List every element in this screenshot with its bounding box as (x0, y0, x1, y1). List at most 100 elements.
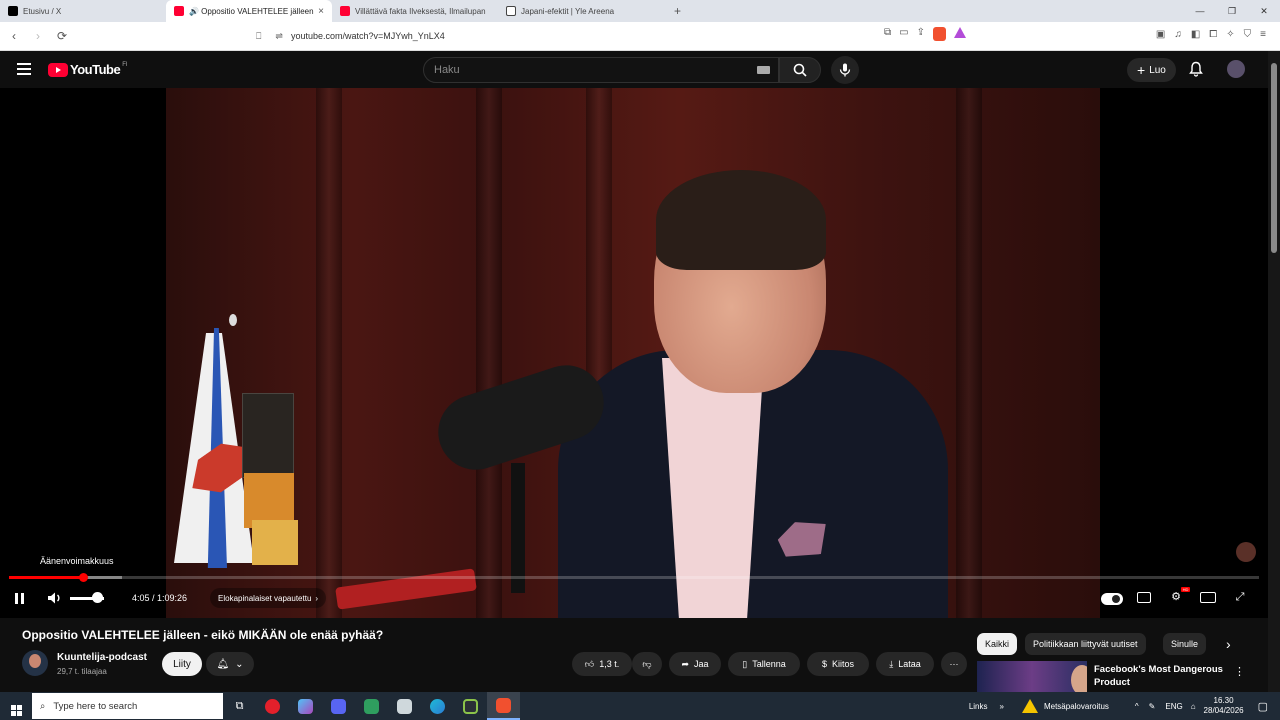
chapter-button[interactable]: Elokapinalaiset vapautettu › (210, 588, 327, 608)
url-text[interactable]: youtube.com/watch?v=MJYwh_YnLX4 (291, 31, 445, 41)
media-icon[interactable]: ♫ (1174, 29, 1182, 40)
chip-politics-news[interactable]: Politiikkaan liittyvät uutiset (1025, 633, 1146, 655)
thanks-button[interactable]: $ Kiitos (807, 652, 869, 676)
thanks-label: Kiitos (832, 659, 855, 669)
channel-watermark[interactable] (1236, 542, 1256, 562)
clock-date: 28/04/2026 (1203, 706, 1244, 715)
edge-icon[interactable] (421, 692, 454, 720)
notifications-button[interactable] (1189, 61, 1203, 82)
save-button[interactable]: ▯ Tallenna (728, 652, 800, 676)
youtube-logo[interactable]: YouTube FI (48, 62, 128, 77)
tabs-icon[interactable]: ⧠ (1209, 29, 1217, 40)
leo-ai-icon[interactable]: ✧ (1226, 29, 1234, 40)
shield-app-icon[interactable] (388, 692, 421, 720)
download-button[interactable]: ⤓ Lataa (876, 652, 934, 676)
share-button[interactable]: ➦ Jaa (669, 652, 721, 676)
media-player-icon[interactable] (454, 692, 487, 720)
tray-overflow-icon[interactable]: ^ (1135, 702, 1139, 711)
fullscreen-icon[interactable]: ⤢ (1232, 590, 1248, 604)
language-indicator[interactable]: ENG (1165, 702, 1182, 711)
links-expand-icon[interactable]: » (1000, 702, 1004, 711)
video-player[interactable]: Äänenvoimakkuus 4:05 / 1:09:26 Elokapina… (0, 88, 1268, 618)
brave-taskbar-icon[interactable] (487, 692, 520, 720)
time-display: 4:05 / 1:09:26 (132, 593, 188, 603)
search-button[interactable] (779, 57, 821, 83)
recommended-title[interactable]: Facebook's Most Dangerous Product (1094, 663, 1224, 689)
pause-button[interactable] (15, 588, 27, 608)
theater-mode-icon[interactable] (1200, 592, 1216, 603)
brave-shields-icon[interactable] (932, 27, 946, 41)
weather-alert[interactable]: Metsäpalovaroitus (1044, 702, 1109, 711)
thumbs-up-icon: 👍︎ (584, 658, 595, 669)
tab-x[interactable]: Etusivu / X (0, 0, 166, 22)
autoplay-toggle[interactable] (1101, 593, 1123, 605)
tab-close-icon[interactable]: × (318, 6, 324, 17)
account-avatar[interactable] (1227, 60, 1245, 78)
progress-bar[interactable] (9, 573, 1259, 582)
task-view-icon[interactable]: ⧉ (223, 692, 256, 720)
ai-app-icon[interactable] (289, 692, 322, 720)
tab-youtube-2[interactable]: Villättävä fakta Ilveksestä, Ilmailupan (332, 0, 498, 22)
notifications-center-icon[interactable]: ▢ (1258, 700, 1268, 713)
site-info-icon[interactable]: ⇌ (275, 31, 283, 42)
more-actions-button[interactable]: ··· (941, 652, 967, 676)
scrubber-handle[interactable] (78, 573, 88, 582)
settings-gear-icon[interactable]: ⚙ (1168, 590, 1184, 604)
bookmark-icon[interactable]: ⎕ (256, 31, 261, 42)
create-button[interactable]: + Luo (1127, 58, 1176, 82)
like-button[interactable]: 👍︎ 1,3 t. (572, 652, 632, 676)
volume-handle[interactable] (92, 592, 103, 603)
voice-search-button[interactable] (831, 56, 859, 84)
search-input[interactable]: Haku (423, 57, 779, 83)
cast-icon[interactable]: ▭ (899, 27, 908, 41)
wallet-icon[interactable]: ▣ (1156, 29, 1165, 40)
mic-stand (511, 463, 525, 593)
chip-for-you[interactable]: Sinulle (1163, 633, 1207, 655)
menu-icon[interactable]: ≡ (1260, 29, 1266, 40)
opera-icon[interactable] (256, 692, 289, 720)
sidebar-icon[interactable]: ◧ (1191, 29, 1200, 40)
volume-tooltip: Äänenvoimakkuus (40, 556, 114, 566)
subscription-bell-button[interactable]: 🔔︎ ⌄ (206, 652, 254, 676)
chip-all[interactable]: Kaikki (977, 633, 1018, 655)
recommended-more-icon[interactable]: ⋮ (1234, 665, 1245, 678)
maximize-button[interactable]: ❐ (1216, 6, 1248, 17)
forward-icon[interactable]: › (28, 29, 48, 43)
channel-avatar[interactable] (22, 650, 48, 676)
page-scrollbar[interactable] (1268, 51, 1280, 692)
brave-rewards-icon[interactable] (953, 27, 966, 38)
minimize-button[interactable]: — (1184, 6, 1216, 17)
join-button[interactable]: Liity (162, 652, 202, 676)
chips-next-arrow-icon[interactable]: › (1218, 633, 1239, 655)
tab-yle-areena[interactable]: Japani-efektit | Yle Areena (498, 0, 664, 22)
new-tab-button[interactable]: + (664, 4, 691, 18)
youtube-icon (174, 6, 184, 16)
app-icon-green[interactable] (355, 692, 388, 720)
pen-icon[interactable]: ✎ (1149, 702, 1156, 711)
hamburger-menu-icon[interactable] (17, 63, 31, 78)
tab-youtube-active[interactable]: 🔊 Oppositio VALEHTELEE jälleen × (166, 0, 332, 22)
share-icon[interactable]: ⇪ (917, 27, 925, 41)
clock[interactable]: 16.30 28/04/2026 (1204, 696, 1244, 716)
taskbar-search-input[interactable]: ⌕ Type here to search (32, 693, 223, 719)
dislike-button[interactable]: 👎︎ (632, 652, 662, 676)
translate-icon[interactable]: ⧉ (884, 27, 891, 41)
vpn-icon[interactable]: ⛉ (1244, 29, 1252, 40)
recommended-thumbnail[interactable] (977, 661, 1087, 692)
network-icon[interactable]: ⌂ (1191, 702, 1196, 711)
windows-taskbar: ⌕ Type here to search ⧉ Links » Metsäpal… (0, 692, 1280, 720)
channel-name[interactable]: Kuuntelija-podcast (57, 652, 147, 663)
links-toolbar[interactable]: Links (969, 702, 988, 711)
mute-button[interactable] (47, 588, 63, 608)
subtitles-icon[interactable] (1137, 592, 1151, 603)
youtube-play-icon (48, 62, 68, 77)
back-icon[interactable]: ‹ (4, 29, 24, 43)
keyboard-icon[interactable] (757, 66, 770, 74)
close-window-button[interactable]: ✕ (1248, 6, 1280, 17)
start-button[interactable] (0, 697, 32, 716)
areena-icon (506, 6, 516, 16)
scrollbar-thumb[interactable] (1271, 63, 1277, 253)
reload-icon[interactable]: ⟳ (52, 29, 72, 43)
discord-icon[interactable] (322, 692, 355, 720)
chapter-title: Elokapinalaiset vapautettu (218, 593, 312, 603)
